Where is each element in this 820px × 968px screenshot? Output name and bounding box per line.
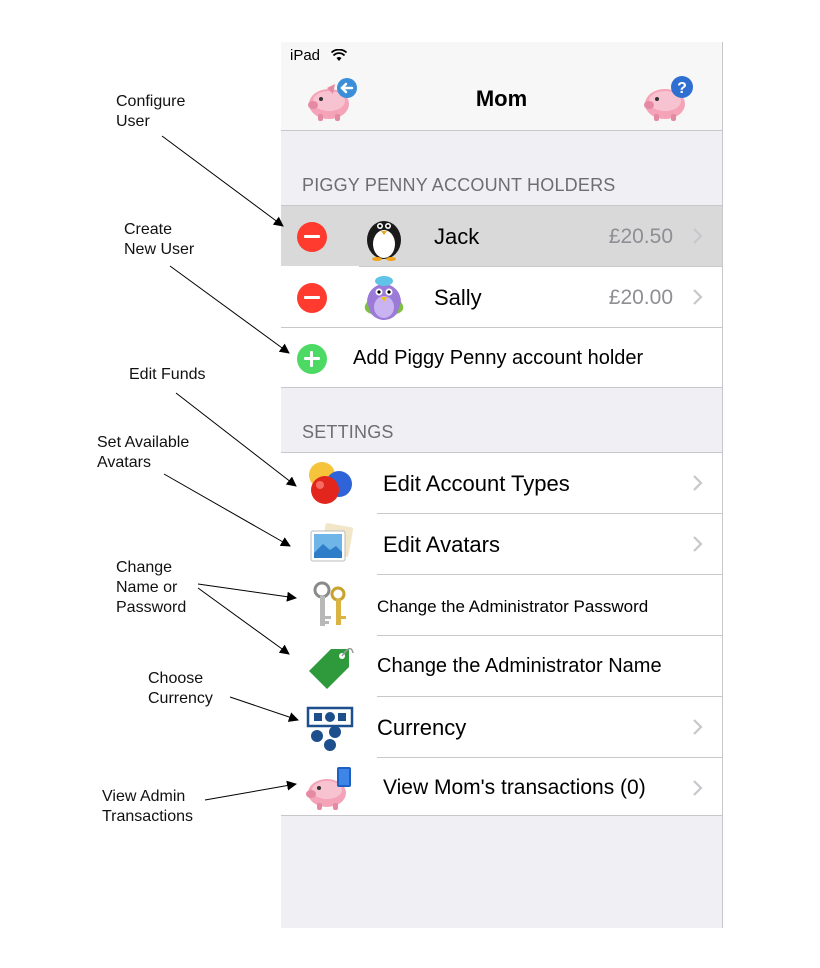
add-account-label: Add Piggy Penny account holder [353,347,644,369]
account-row-jack[interactable]: Jack £20.50 [281,206,722,266]
add-account-holder-row[interactable]: Add Piggy Penny account holder [281,328,722,388]
photos-icon [310,523,354,562]
annotation-line: New User [124,241,195,258]
annotation-line: Transactions [102,808,193,825]
settings-row-change-password[interactable]: Change the Administrator Password [281,575,722,635]
annotation-line: Name or [116,579,178,596]
annotation-line: Currency [148,690,213,707]
chevron-right-icon [693,536,703,552]
delete-jack-button[interactable] [297,222,327,252]
settings-label: Change the Administrator Name [377,655,662,677]
keys-icon [313,581,346,626]
annotation-set-avatars: Set Available Avatars [97,433,189,473]
carrier-label: iPad [290,47,321,64]
settings-row-view-transactions[interactable]: View Mom's transactions (0) [281,758,722,818]
settings-label: Currency [377,715,467,740]
account-balance-label: £20.00 [608,286,673,309]
account-row-sally[interactable]: Sally £20.00 [281,267,722,327]
annotation-line: User [116,113,150,130]
arrow-edit-funds [175,392,297,487]
chevron-right-icon [693,780,703,796]
chevron-right-icon [693,228,703,244]
penguin-avatar-icon [367,221,401,261]
annotation-choose-currency: Choose Currency [148,669,213,709]
annotation-line: Choose [148,670,204,687]
arrow-set-avatars [163,473,291,547]
annotation-line: Password [116,599,187,616]
status-bar: iPad [281,42,722,70]
add-account-button[interactable] [297,344,327,374]
annotation-create-new-user: Create New User [124,220,194,260]
account-balance-label: £20.50 [608,225,673,248]
arrow-create-new-user [169,265,290,354]
settings-label: Edit Account Types [383,471,570,496]
app-window: iPad Mom ? PIGGY PENNY ACCOUNT HOLDERS J… [281,42,723,928]
currency-icon [306,706,354,751]
tag-icon [309,647,354,689]
settings-label: View Mom's transactions (0) [383,776,646,799]
account-holders-header: PIGGY PENNY ACCOUNT HOLDERS [302,175,616,195]
settings-label: Edit Avatars [383,532,500,557]
help-button[interactable]: ? [641,74,695,124]
piggy-help-icon: ? [644,76,693,121]
chevron-right-icon [693,719,703,735]
settings-row-edit-avatars[interactable]: Edit Avatars [281,514,722,574]
chevron-right-icon [693,475,703,491]
arrow-configure-user [161,135,284,227]
bird-avatar-icon [364,276,404,320]
annotation-line: Set Available [97,434,190,451]
annotation-line: Change [116,559,173,576]
annotation-configure-user: Configure User [116,92,185,132]
svg-text:?: ? [677,80,687,97]
wifi-icon [331,49,347,61]
settings-list: Edit Account Types Edit Avatars Change t… [281,452,722,816]
account-name-label: Sally [434,285,482,310]
annotation-line: Create [124,221,173,238]
annotation-view-admin: View Admin Transactions [102,787,193,827]
annotation-line: Edit Funds [129,366,206,383]
settings-row-change-name[interactable]: Change the Administrator Name [281,636,722,696]
settings-header: SETTINGS [302,422,394,442]
account-name-label: Jack [434,224,480,249]
account-holders-list: Jack £20.50 Sally £20.00 Add Piggy Penny… [281,205,722,388]
piggy-book-icon [306,767,351,810]
settings-row-edit-account-types[interactable]: Edit Account Types [281,453,722,513]
navigation-bar: Mom ? [281,70,722,131]
annotation-line: Avatars [97,454,151,471]
annotation-line: View Admin [102,788,186,805]
arrow-change-name [197,587,290,655]
bubbles-icon [309,462,352,504]
delete-sally-button[interactable] [297,283,327,313]
settings-label: Change the Administrator Password [377,597,649,616]
annotation-change-name-password: Change Name or Password [116,558,186,618]
settings-row-currency[interactable]: Currency [281,697,722,757]
annotation-edit-funds: Edit Funds [129,365,205,385]
chevron-right-icon [693,289,703,305]
annotation-line: Configure [116,93,186,110]
